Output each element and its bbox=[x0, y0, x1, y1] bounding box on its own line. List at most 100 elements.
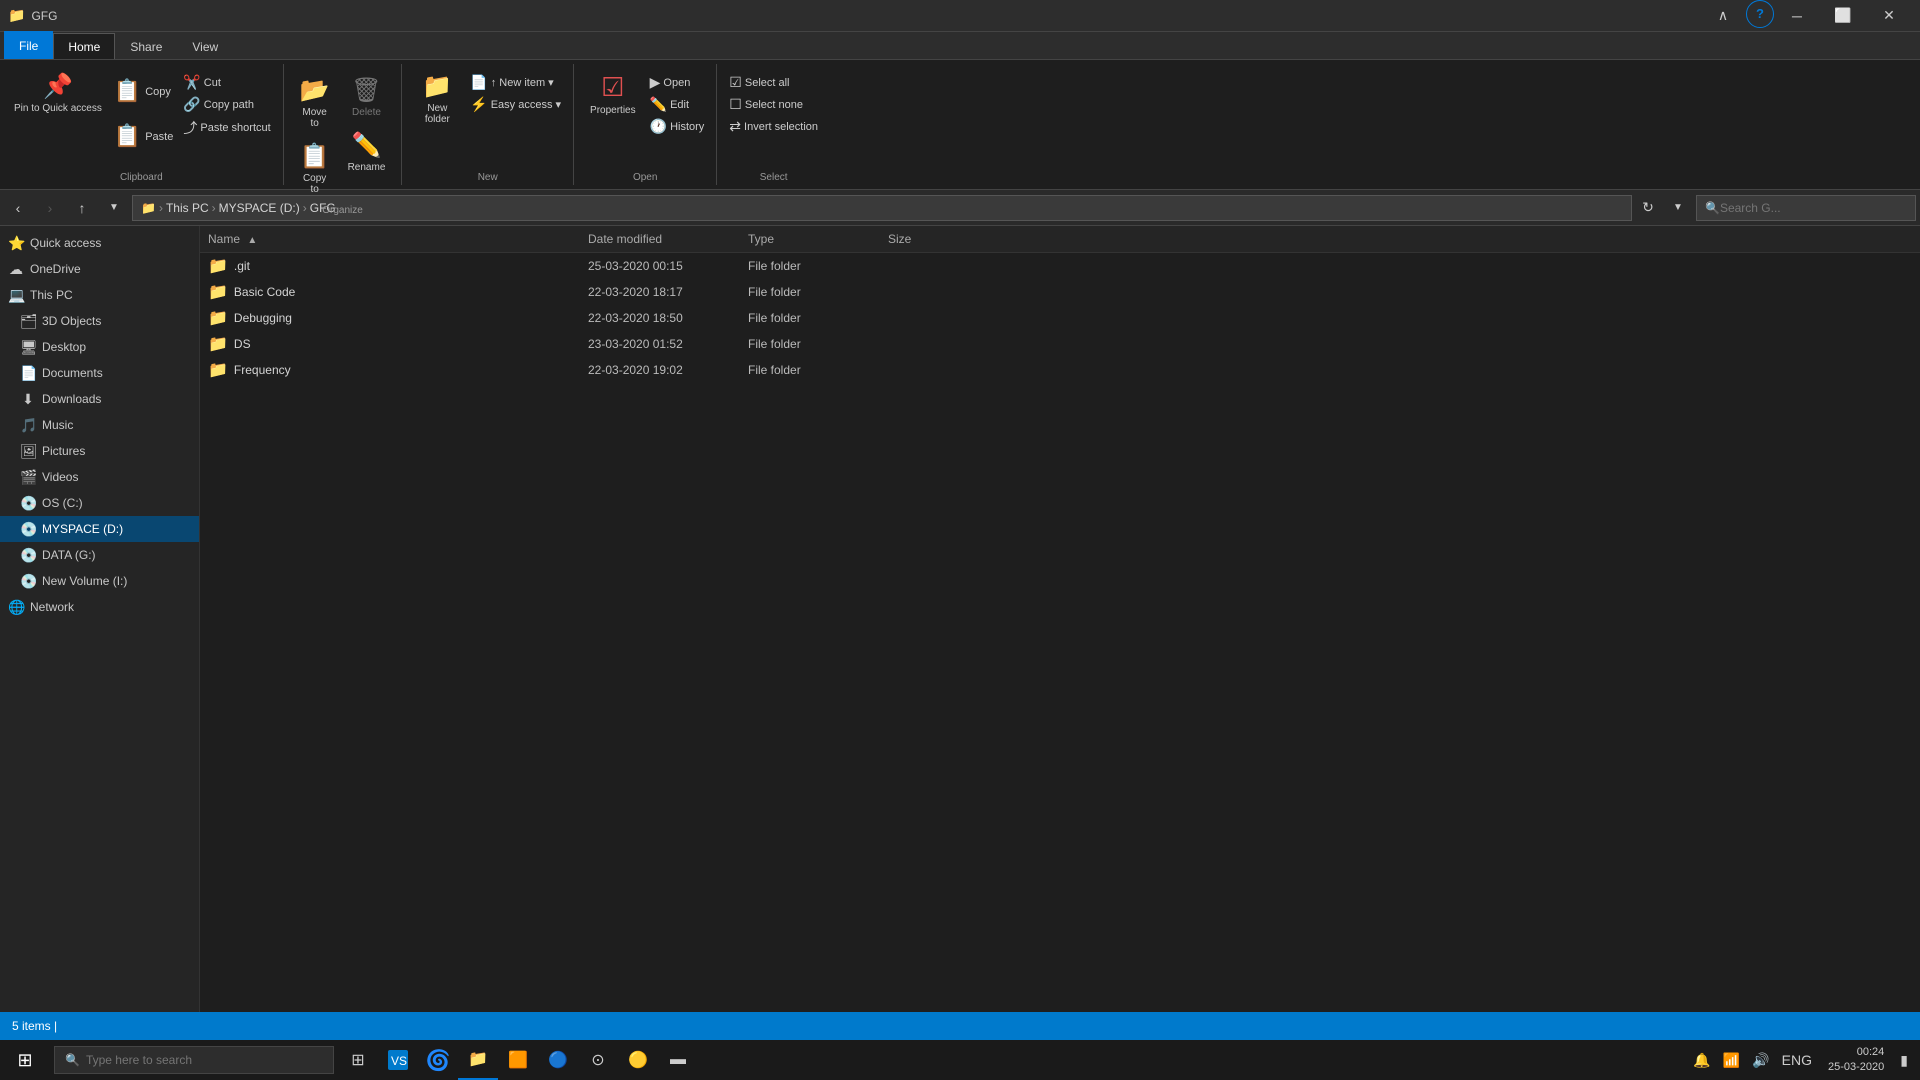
file-date-cell: 22-03-2020 18:17 bbox=[580, 285, 740, 299]
collapse-ribbon-btn[interactable]: ∧ bbox=[1700, 0, 1746, 32]
refresh-btn[interactable]: ↻ bbox=[1636, 196, 1660, 220]
taskbar-search: 🔍 bbox=[54, 1046, 334, 1074]
table-row[interactable]: 📁 Basic Code 22-03-2020 18:17 File folde… bbox=[200, 279, 1920, 305]
copy-btn[interactable]: 📋 Copy bbox=[110, 72, 178, 112]
sidebar-item-myspace-d[interactable]: 💿 MYSPACE (D:) bbox=[0, 516, 199, 542]
search-expand-btn[interactable]: ▼ bbox=[1664, 194, 1692, 222]
sidebar-item-this-pc[interactable]: 💻 This PC bbox=[0, 282, 199, 308]
myspace-d-icon: 💿 bbox=[20, 521, 36, 538]
tab-home[interactable]: Home bbox=[53, 33, 115, 59]
delete-btn[interactable]: 🗑 Delete bbox=[340, 72, 394, 122]
maximize-btn[interactable]: ⬜ bbox=[1820, 0, 1866, 32]
open-btn[interactable]: ▶ Open bbox=[646, 72, 709, 93]
easy-access-btn[interactable]: ⚡ Easy access ▾ bbox=[466, 94, 565, 115]
sidebar-item-desktop[interactable]: 🖥 Desktop bbox=[0, 334, 199, 360]
sidebar-item-videos[interactable]: 🎬 Videos bbox=[0, 464, 199, 490]
close-btn[interactable]: ✕ bbox=[1866, 0, 1912, 32]
file-name-text: Basic Code bbox=[234, 285, 295, 299]
pin-to-quick-access-btn[interactable]: 📌 Pin to Quick access bbox=[8, 68, 108, 119]
sidebar-item-os-c[interactable]: 💿 OS (C:) bbox=[0, 490, 199, 516]
window-controls: ∧ ? ─ ⬜ ✕ bbox=[1700, 0, 1912, 32]
properties-btn[interactable]: ☑ Properties bbox=[582, 68, 644, 120]
cut-btn[interactable]: ✂️ Cut bbox=[179, 72, 274, 93]
paste-shortcut-btn[interactable]: ⤴ Paste shortcut bbox=[179, 116, 274, 140]
invert-selection-btn[interactable]: ⇄ Invert selection bbox=[725, 116, 822, 137]
file-name-cell: 📁 DS bbox=[200, 334, 580, 354]
copy-icon: 📋 bbox=[114, 78, 141, 104]
up-btn[interactable]: ↑ bbox=[68, 194, 96, 222]
sidebar-item-quick-access[interactable]: ⭐ Quick access bbox=[0, 230, 199, 256]
edit-btn[interactable]: ✏️ Edit bbox=[646, 94, 709, 115]
ribbon-tabs: File Home Share View bbox=[0, 32, 1920, 60]
col-size-header[interactable]: Size bbox=[880, 230, 980, 248]
file-name-cell: 📁 Frequency bbox=[200, 360, 580, 380]
folder-icon: 📁 bbox=[208, 282, 228, 302]
explorer-btn[interactable]: 📁 bbox=[458, 1040, 498, 1080]
stickynotes-btn[interactable]: 🟡 bbox=[618, 1040, 658, 1080]
start-button[interactable]: ⊞ bbox=[0, 1040, 50, 1080]
media-btn[interactable]: ⊙ bbox=[578, 1040, 618, 1080]
sidebar-item-new-volume-i[interactable]: 💿 New Volume (I:) bbox=[0, 568, 199, 594]
forward-btn[interactable]: › bbox=[36, 194, 64, 222]
terminal-btn[interactable]: ▬ bbox=[658, 1040, 698, 1080]
help-btn[interactable]: ? bbox=[1746, 0, 1774, 28]
table-row[interactable]: 📁 .git 25-03-2020 00:15 File folder bbox=[200, 253, 1920, 279]
move-to-btn[interactable]: 📂 Moveto bbox=[292, 72, 338, 133]
new-folder-btn[interactable]: 📁 Newfolder bbox=[410, 68, 464, 129]
sidebar-item-pictures[interactable]: 🖼 Pictures bbox=[0, 438, 199, 464]
wifi-icon[interactable]: 📶 bbox=[1719, 1052, 1744, 1069]
taskbar-search-input[interactable] bbox=[86, 1053, 323, 1067]
properties-icon: ☑ bbox=[601, 72, 624, 103]
cloud-icon: ☁ bbox=[8, 261, 24, 278]
col-date-header[interactable]: Date modified bbox=[580, 230, 740, 248]
file-type-cell: File folder bbox=[740, 259, 880, 273]
rename-btn[interactable]: ✏️ Rename bbox=[340, 127, 394, 177]
organize-col1: 📂 Moveto 📋 Copyto bbox=[292, 68, 338, 199]
notification-icon[interactable]: 🔔 bbox=[1689, 1052, 1714, 1069]
copy-path-btn[interactable]: 🔗 Copy path bbox=[179, 94, 274, 115]
sidebar-item-3d-objects[interactable]: 🗂 3D Objects bbox=[0, 308, 199, 334]
svg-text:VS: VS bbox=[391, 1054, 407, 1068]
chrome-btn[interactable]: 🔵 bbox=[538, 1040, 578, 1080]
table-row[interactable]: 📁 Frequency 22-03-2020 19:02 File folder bbox=[200, 357, 1920, 383]
new-item-btn[interactable]: 📄 ↑ New item ▾ bbox=[466, 72, 565, 93]
path-home: 📁 bbox=[141, 201, 156, 215]
sublime-btn[interactable]: 🟧 bbox=[498, 1040, 538, 1080]
sidebar-item-documents[interactable]: 📄 Documents bbox=[0, 360, 199, 386]
select-all-btn[interactable]: ☑ Select all bbox=[725, 72, 822, 93]
sidebar-item-network[interactable]: 🌐 Network bbox=[0, 594, 199, 620]
table-row[interactable]: 📁 DS 23-03-2020 01:52 File folder bbox=[200, 331, 1920, 357]
taskview-btn[interactable]: ⊞ bbox=[338, 1040, 378, 1080]
copy-to-btn[interactable]: 📋 Copyto bbox=[292, 138, 338, 199]
paste-btn[interactable]: 📋 Paste bbox=[110, 117, 178, 157]
sidebar-item-music[interactable]: 🎵 Music bbox=[0, 412, 199, 438]
tab-share[interactable]: Share bbox=[115, 33, 177, 59]
sidebar-label-new-volume-i: New Volume (I:) bbox=[42, 574, 127, 588]
col-type-header[interactable]: Type bbox=[740, 230, 880, 248]
col-name-header[interactable]: Name ▲ bbox=[200, 230, 580, 248]
language-label[interactable]: ENG bbox=[1778, 1052, 1816, 1068]
volume-icon[interactable]: 🔊 bbox=[1748, 1052, 1773, 1069]
file-header: Name ▲ Date modified Type Size bbox=[200, 226, 1920, 253]
select-none-btn[interactable]: ☐ Select none bbox=[725, 94, 822, 115]
history-btn[interactable]: 🕐 History bbox=[646, 116, 709, 137]
copy-path-icon: 🔗 bbox=[183, 96, 200, 113]
show-desktop-btn[interactable]: ▮ bbox=[1896, 1052, 1912, 1069]
tab-file[interactable]: File bbox=[4, 31, 53, 59]
sidebar-label-myspace-d: MYSPACE (D:) bbox=[42, 522, 123, 536]
file-type-cell: File folder bbox=[740, 363, 880, 377]
recent-btn[interactable]: ▼ bbox=[100, 194, 128, 222]
minimize-btn[interactable]: ─ bbox=[1774, 0, 1820, 32]
new-volume-i-icon: 💿 bbox=[20, 573, 36, 590]
file-name-text: .git bbox=[234, 259, 250, 273]
vscode-btn[interactable]: VS bbox=[378, 1040, 418, 1080]
sidebar-item-data-g[interactable]: 💿 DATA (G:) bbox=[0, 542, 199, 568]
sidebar-item-onedrive[interactable]: ☁ OneDrive bbox=[0, 256, 199, 282]
search-input[interactable] bbox=[1720, 201, 1907, 215]
tab-view[interactable]: View bbox=[177, 33, 233, 59]
back-btn[interactable]: ‹ bbox=[4, 194, 32, 222]
table-row[interactable]: 📁 Debugging 22-03-2020 18:50 File folder bbox=[200, 305, 1920, 331]
sidebar-item-downloads[interactable]: ⬇ Downloads bbox=[0, 386, 199, 412]
invert-icon: ⇄ bbox=[729, 118, 741, 135]
edge-btn[interactable]: 🌀 bbox=[418, 1040, 458, 1080]
